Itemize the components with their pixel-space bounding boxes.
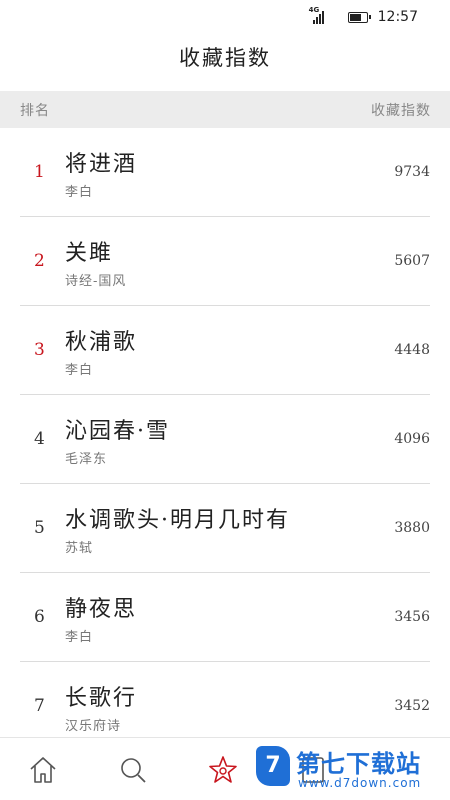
poem-author: 毛泽东 <box>65 452 108 467</box>
watermark-url: www.d7down.com <box>298 776 422 790</box>
rank-column-label: 排名 <box>20 102 50 119</box>
poem-author: 苏轼 <box>65 541 94 556</box>
count-column-label: 收藏指数 <box>371 102 431 119</box>
rank-number: 2 <box>34 251 45 271</box>
rank-number: 4 <box>34 429 45 449</box>
status-time: 12:57 <box>377 9 418 25</box>
home-icon[interactable] <box>27 754 59 786</box>
rank-number: 3 <box>34 340 45 360</box>
list-item[interactable]: 4 沁园春·雪 毛泽东 4096 <box>20 395 430 484</box>
ranking-list: 1 将进酒 李白 9734 2 关雎 诗经-国风 5607 3 秋浦歌 李白 4… <box>0 128 450 751</box>
poem-title: 长歌行 <box>65 686 138 711</box>
bottom-tab-bar: 7 第七下载站 www.d7down.com <box>0 737 450 800</box>
favorite-count: 3452 <box>394 698 430 714</box>
favorite-count: 9734 <box>394 164 430 180</box>
star-icon[interactable] <box>207 754 239 786</box>
favorite-count: 3880 <box>394 520 430 536</box>
watermark-name: 第七下载站 <box>296 750 421 778</box>
rank-number: 7 <box>34 696 45 716</box>
favorite-count: 5607 <box>394 253 430 269</box>
poem-title: 关雎 <box>65 241 114 266</box>
search-icon[interactable] <box>117 754 149 786</box>
watermark-logo: 7 第七下载站 www.d7down.com <box>256 742 446 794</box>
list-item[interactable]: 3 秋浦歌 李白 4448 <box>20 306 430 395</box>
status-bar: 4G 12:57 <box>0 0 450 34</box>
list-item[interactable]: 2 关雎 诗经-国风 5607 <box>20 217 430 306</box>
poem-title: 静夜思 <box>65 597 138 622</box>
page-title: 收藏指数 <box>179 46 271 70</box>
rank-number: 6 <box>34 607 45 627</box>
battery-icon <box>347 11 371 23</box>
poem-title: 沁园春·雪 <box>65 419 170 444</box>
rank-number: 1 <box>34 162 45 182</box>
list-item[interactable]: 6 静夜思 李白 3456 <box>20 573 430 662</box>
signal-icon: 4G <box>309 6 324 24</box>
list-item[interactable]: 5 水调歌头·明月几时有 苏轼 3880 <box>20 484 430 573</box>
poem-title: 秋浦歌 <box>65 330 138 355</box>
favorite-count: 4096 <box>394 431 430 447</box>
battery-level <box>349 13 361 21</box>
poem-author: 诗经-国风 <box>65 274 127 289</box>
network-type: 4G <box>308 6 320 14</box>
favorite-count: 4448 <box>394 342 430 358</box>
rank-number: 5 <box>34 518 45 538</box>
table-header: 排名 收藏指数 <box>0 91 450 128</box>
poem-author: 李白 <box>65 363 94 378</box>
poem-title: 将进酒 <box>65 152 138 177</box>
watermark-mark: 7 <box>256 746 290 786</box>
favorite-count: 3456 <box>394 609 430 625</box>
poem-author: 李白 <box>65 630 94 645</box>
poem-author: 李白 <box>65 185 94 200</box>
poem-author: 汉乐府诗 <box>65 719 122 734</box>
list-item[interactable]: 1 将进酒 李白 9734 <box>20 128 430 217</box>
poem-title: 水调歌头·明月几时有 <box>65 508 290 533</box>
